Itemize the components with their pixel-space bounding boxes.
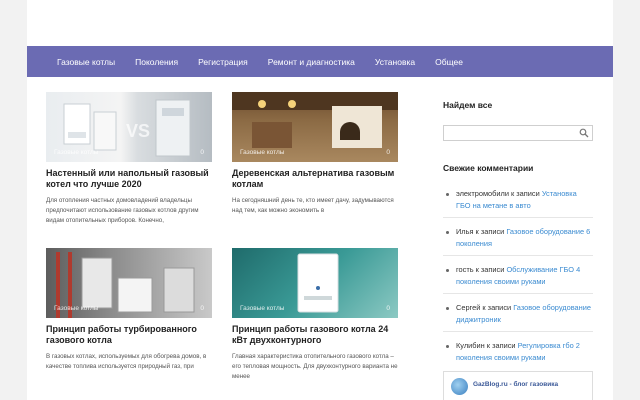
- comment-item: Сергей к записи Газовое оборудование дид…: [443, 293, 593, 331]
- post-category[interactable]: Газовые котлы: [240, 149, 284, 156]
- comment-count: 0: [386, 305, 390, 312]
- post-thumbnail[interactable]: Газовые котлы 0: [46, 248, 212, 318]
- search-widget-title: Найдем все: [443, 100, 493, 110]
- svg-text:VS: VS: [126, 121, 150, 141]
- social-widget-title[interactable]: GazBlog.ru - блог газовика: [473, 381, 558, 388]
- nav-item-installation[interactable]: Установка: [375, 57, 415, 67]
- recent-comments-list: электромобили к записи Установка ГБО на …: [443, 186, 593, 369]
- nav-item-repair[interactable]: Ремонт и диагностика: [268, 57, 355, 67]
- nav-item-registration[interactable]: Регистрация: [198, 57, 248, 67]
- post-title[interactable]: Настенный или напольный газовый котел чт…: [46, 168, 212, 190]
- post-title[interactable]: Принцип работы газового котла 24 кВт дву…: [232, 324, 398, 346]
- comment-author: Илья: [456, 227, 474, 236]
- search-box: [443, 125, 593, 145]
- nav-item-general[interactable]: Общее: [435, 57, 463, 67]
- comment-item: Кулибин к записи Регулировка гбо 2 покол…: [443, 331, 593, 369]
- post-card: VS Газовые котлы 0 Настенный или напольн…: [46, 92, 212, 226]
- page: Газовые котлы Поколения Регистрация Ремо…: [27, 0, 613, 400]
- post-excerpt: В газовых котлах, используемых для обогр…: [46, 353, 207, 370]
- main-nav: Газовые котлы Поколения Регистрация Ремо…: [27, 46, 613, 77]
- post-card: Газовые котлы 0 Принцип работы турбирова…: [46, 248, 212, 372]
- sidebar: Найдем все Свежие комментарии электромоб…: [443, 100, 593, 369]
- comment-separator: к записи: [480, 303, 514, 312]
- comment-item: электромобили к записи Установка ГБО на …: [443, 186, 593, 217]
- comment-author: гость: [456, 265, 474, 274]
- nav-item-generations[interactable]: Поколения: [135, 57, 178, 67]
- post-thumbnail[interactable]: Газовые котлы 0: [232, 92, 398, 162]
- search-icon[interactable]: [579, 128, 589, 138]
- comment-separator: к записи: [484, 341, 518, 350]
- comment-count: 0: [200, 305, 204, 312]
- comment-author: электромобили: [456, 189, 509, 198]
- post-excerpt: На сегодняшний день те, кто имеет дачу, …: [232, 197, 394, 214]
- post-thumbnail[interactable]: Газовые котлы 0: [232, 248, 398, 318]
- comment-separator: к записи: [473, 265, 507, 274]
- search-input[interactable]: [444, 130, 574, 145]
- comment-author: Кулибин: [456, 341, 485, 350]
- post-category[interactable]: Газовые котлы: [54, 305, 98, 312]
- post-category[interactable]: Газовые котлы: [54, 149, 98, 156]
- site-header: [27, 0, 613, 46]
- comment-item: гость к записи Обслуживание ГБО 4 поколе…: [443, 255, 593, 293]
- social-widget[interactable]: GazBlog.ru - блог газовика: [443, 371, 593, 400]
- comment-separator: к записи: [508, 189, 542, 198]
- post-excerpt: Главная характеристика отопительного газ…: [232, 353, 398, 380]
- recent-comments-title: Свежие комментарии: [443, 163, 534, 173]
- post-category[interactable]: Газовые котлы: [240, 305, 284, 312]
- post-card: Газовые котлы 0 Деревенская альтернатива…: [232, 92, 398, 216]
- comment-count: 0: [386, 149, 390, 156]
- post-title[interactable]: Принцип работы турбированного газового к…: [46, 324, 212, 346]
- blog-logo-icon: [451, 378, 468, 395]
- post-card: Газовые котлы 0 Принцип работы газового …: [232, 248, 398, 382]
- comment-separator: к записи: [473, 227, 507, 236]
- nav-item-gas-boilers[interactable]: Газовые котлы: [57, 57, 115, 67]
- post-excerpt: Для отопления частных домовладений владе…: [46, 197, 199, 224]
- post-thumbnail[interactable]: VS Газовые котлы 0: [46, 92, 212, 162]
- comment-count: 0: [200, 149, 204, 156]
- comment-author: Сергей: [456, 303, 481, 312]
- post-title[interactable]: Деревенская альтернатива газовым котлам: [232, 168, 398, 190]
- comment-item: Илья к записи Газовое оборудование 6 пок…: [443, 217, 593, 255]
